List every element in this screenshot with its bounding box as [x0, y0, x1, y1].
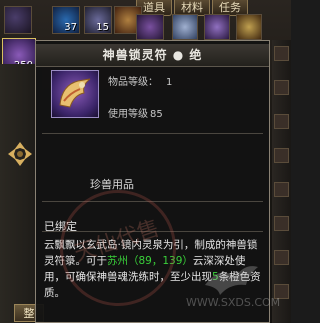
side-slot[interactable]	[274, 80, 289, 95]
inventory-slot[interactable]	[236, 14, 262, 40]
side-slot[interactable]	[274, 250, 289, 265]
side-slot[interactable]	[274, 114, 289, 129]
inventory-slot[interactable]: 15	[84, 6, 112, 34]
divider	[42, 231, 263, 232]
watermark-bird-icon	[205, 266, 258, 295]
right-side-panel	[272, 40, 291, 323]
side-slot[interactable]	[274, 46, 289, 61]
use-level-value: 85	[150, 109, 163, 120]
item-category: 珍兽用品	[90, 178, 134, 191]
inventory-slot[interactable]: 37	[52, 6, 80, 34]
slot-count: 15	[96, 22, 109, 33]
side-slot[interactable]	[274, 216, 289, 231]
inventory-slot[interactable]	[4, 6, 32, 34]
location-link[interactable]: 苏州（89，139）	[107, 255, 193, 267]
item-level-value: 1	[166, 77, 173, 88]
use-level-label: 使用等级	[108, 109, 148, 120]
item-level-label: 物品等级：	[108, 77, 158, 88]
slot-count: 37	[64, 22, 77, 33]
side-slot[interactable]	[274, 182, 289, 197]
arrange-icon[interactable]	[6, 140, 34, 168]
inventory-slot[interactable]	[204, 14, 230, 40]
inventory-slot[interactable]	[136, 14, 164, 40]
item-title: 神兽锁灵符 ● 绝	[36, 44, 269, 67]
use-level-row: 使用等级 85	[108, 105, 163, 120]
talisman-icon	[51, 70, 99, 118]
item-level-row: 物品等级： 1	[108, 73, 172, 88]
watermark-url: WWW.SXDS.COM	[186, 296, 281, 309]
side-slot[interactable]	[274, 148, 289, 163]
divider	[42, 201, 263, 202]
inventory-slot[interactable]	[172, 14, 198, 40]
divider	[42, 133, 263, 134]
